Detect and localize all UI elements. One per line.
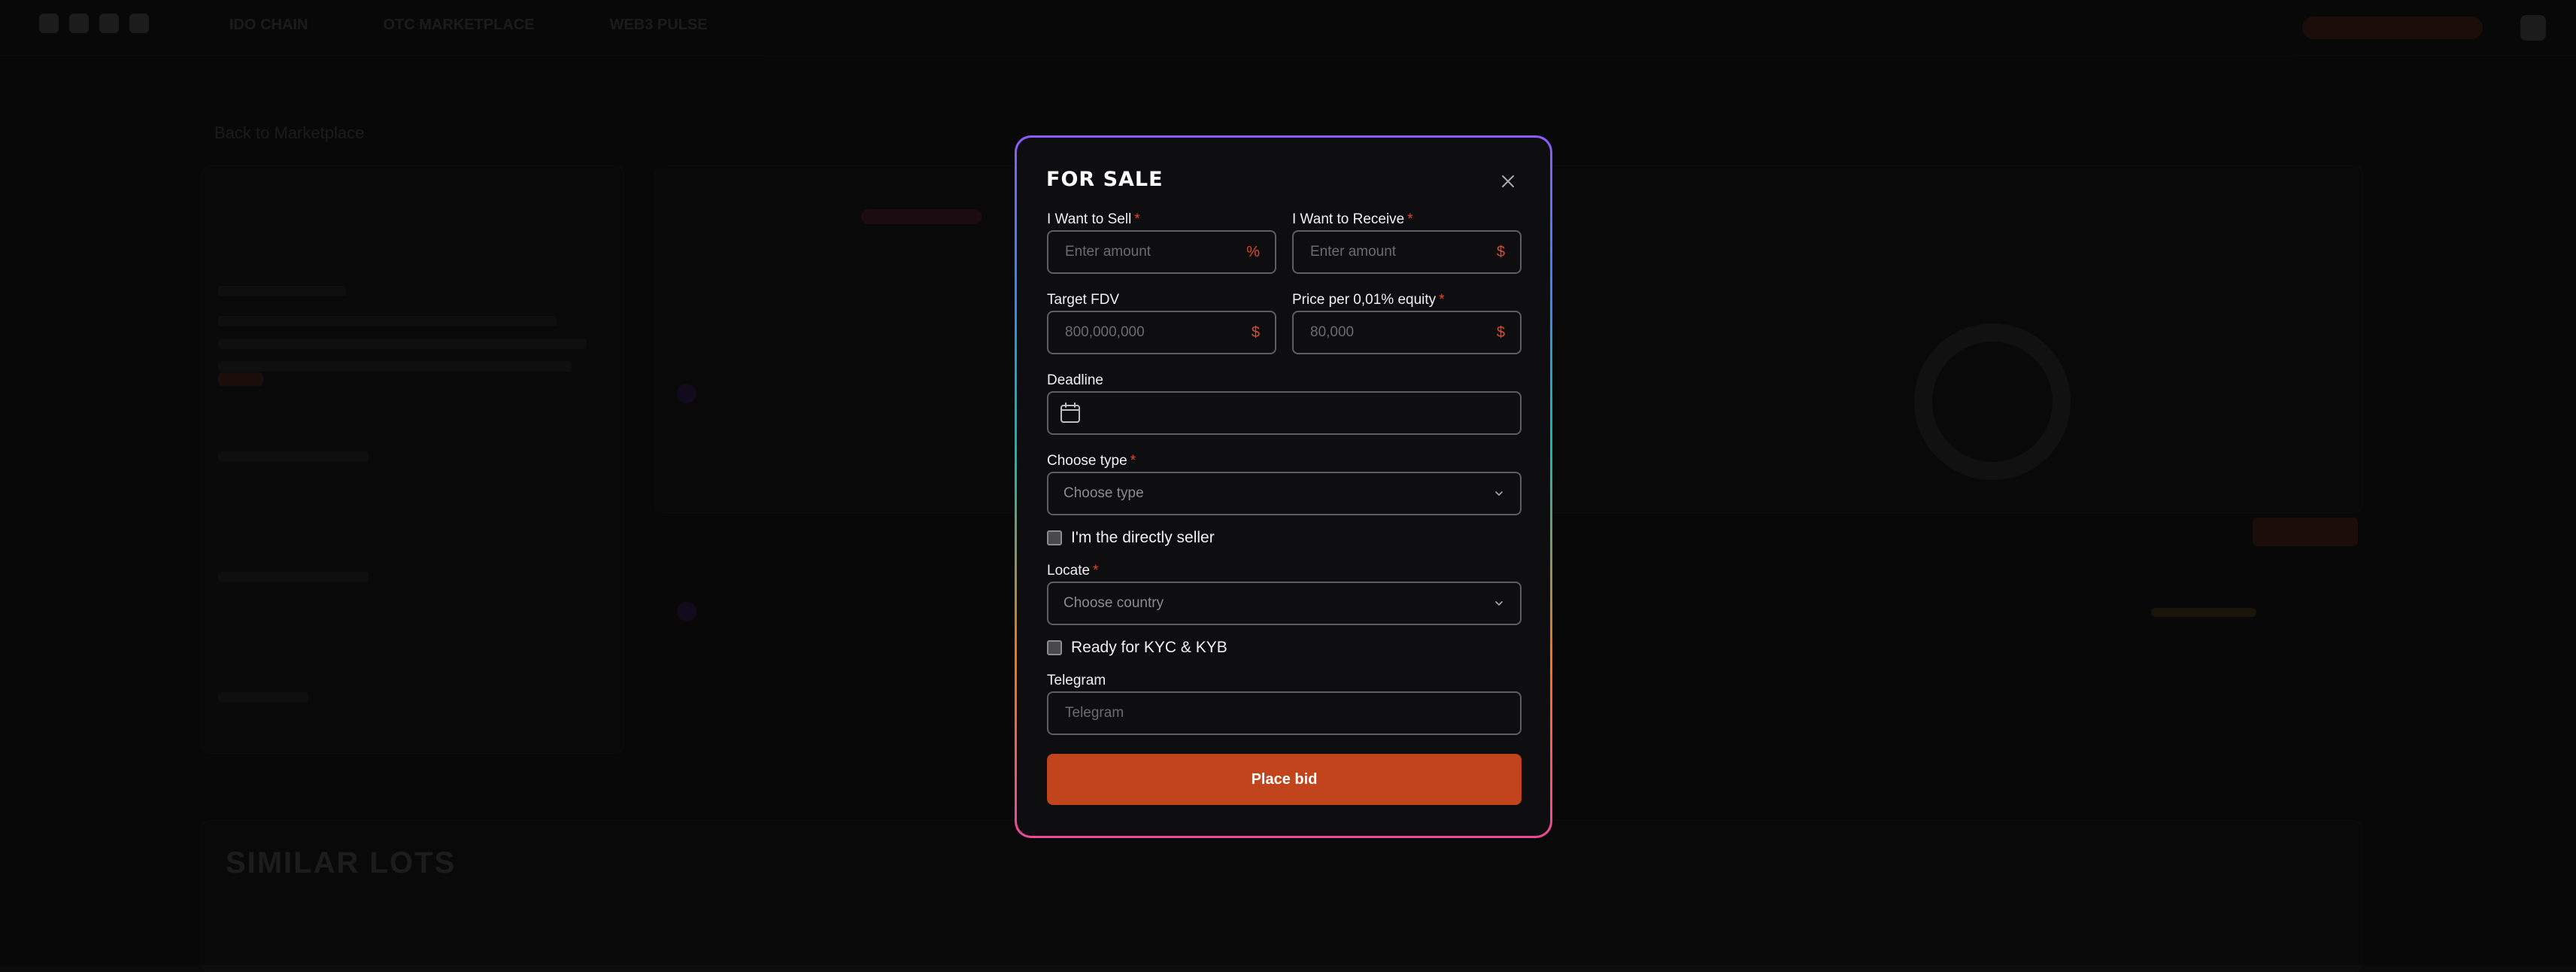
direct-seller-row[interactable]: I'm the directly seller bbox=[1047, 529, 1215, 547]
country-select-value: Choose country bbox=[1063, 595, 1164, 611]
country-select[interactable]: Choose country bbox=[1047, 582, 1522, 625]
price-input[interactable] bbox=[1309, 323, 1491, 342]
direct-seller-label: I'm the directly seller bbox=[1071, 529, 1215, 546]
fdv-label: Target FDV bbox=[1047, 292, 1120, 308]
kyc-label: Ready for KYC & KYB bbox=[1071, 639, 1227, 656]
locate-label: Locate * bbox=[1047, 563, 1099, 579]
fdv-field[interactable]: $ bbox=[1047, 311, 1276, 354]
close-icon[interactable] bbox=[1497, 171, 1519, 192]
direct-seller-checkbox[interactable] bbox=[1047, 530, 1062, 545]
deadline-field[interactable] bbox=[1047, 391, 1522, 435]
dollar-suffix: $ bbox=[1251, 323, 1260, 341]
sell-amount-field[interactable]: % bbox=[1047, 230, 1276, 274]
for-sale-modal: FOR SALE I Want to Sell* % I Want to Rec… bbox=[1017, 138, 1550, 836]
type-select[interactable]: Choose type bbox=[1047, 472, 1522, 515]
sell-amount-input[interactable] bbox=[1063, 243, 1241, 261]
calendar-icon[interactable] bbox=[1059, 402, 1082, 424]
sell-label: I Want to Sell * bbox=[1047, 211, 1140, 227]
fdv-input[interactable] bbox=[1063, 323, 1246, 342]
chevron-down-icon bbox=[1493, 488, 1505, 500]
receive-label: I Want to Receive * bbox=[1292, 211, 1413, 227]
dollar-suffix: $ bbox=[1496, 323, 1505, 341]
kyc-row[interactable]: Ready for KYC & KYB bbox=[1047, 639, 1227, 657]
chevron-down-icon bbox=[1493, 597, 1505, 609]
type-select-value: Choose type bbox=[1063, 485, 1144, 501]
deadline-label: Deadline bbox=[1047, 372, 1103, 388]
price-field[interactable]: $ bbox=[1292, 311, 1522, 354]
percent-suffix: % bbox=[1246, 243, 1260, 260]
telegram-input[interactable] bbox=[1063, 704, 1505, 722]
kyc-checkbox[interactable] bbox=[1047, 640, 1062, 655]
price-label: Price per 0,01% equity * bbox=[1292, 292, 1445, 308]
receive-amount-input[interactable] bbox=[1309, 243, 1491, 261]
modal-title: FOR SALE bbox=[1046, 168, 1164, 191]
dollar-suffix: $ bbox=[1496, 243, 1505, 260]
receive-amount-field[interactable]: $ bbox=[1292, 230, 1522, 274]
telegram-label: Telegram bbox=[1047, 673, 1106, 688]
telegram-field[interactable] bbox=[1047, 691, 1522, 735]
type-label: Choose type * bbox=[1047, 453, 1136, 469]
place-bid-button[interactable]: Place bid bbox=[1047, 754, 1522, 805]
